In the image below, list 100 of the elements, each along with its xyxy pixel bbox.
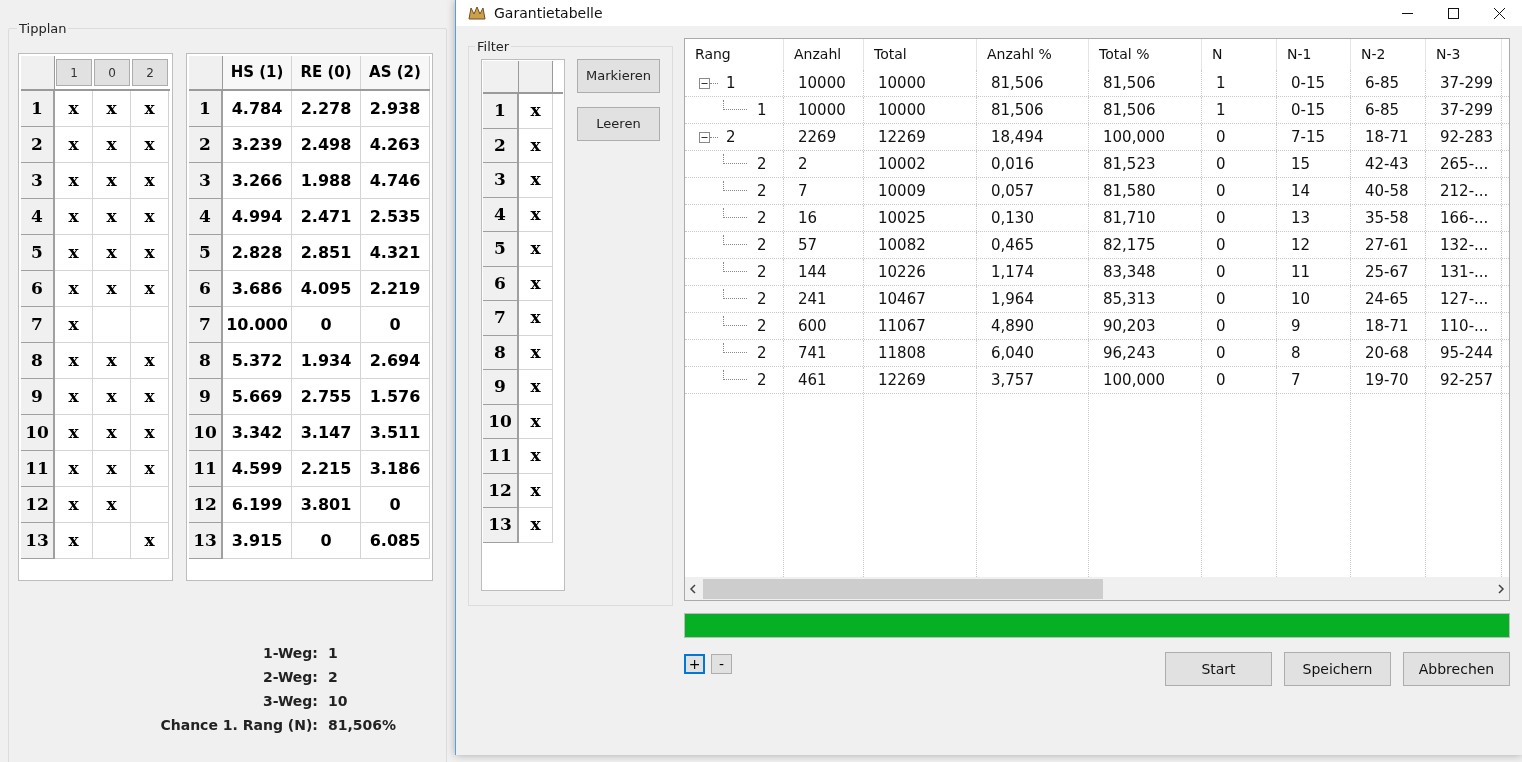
filter-mark: x (530, 168, 541, 191)
table-cell-text: 0 (1216, 261, 1226, 283)
column-header[interactable]: 0 (94, 59, 130, 86)
table-cell-text: 2269 (798, 126, 837, 148)
pick-mark: x (144, 348, 155, 372)
table-cell-text: 0 (1216, 288, 1226, 310)
filter-mark: x (530, 202, 541, 226)
column-header[interactable]: N-3 (1436, 44, 1461, 65)
table-cell-text: 81,506 (991, 72, 1044, 94)
row-header: 4 (21, 199, 55, 235)
row-header: 12 (483, 473, 519, 508)
dialog-button[interactable]: Start (1165, 652, 1272, 686)
table-cell-text: 16 (798, 207, 818, 229)
pick-mark: x (68, 528, 79, 552)
odds-cell-text: 3.342 (231, 421, 283, 444)
table-cell-text: 10000 (798, 72, 846, 94)
filter-button[interactable]: Markieren (577, 59, 660, 93)
table-cell-text: 85,313 (1103, 288, 1156, 310)
pick-mark: x (106, 492, 117, 516)
odds-cell-text: 2.694 (369, 349, 421, 372)
table-cell-text: 12269 (878, 126, 926, 148)
table-cell-text: 241 (798, 288, 827, 310)
column-header[interactable]: Rang (695, 44, 731, 65)
row-header: 11 (189, 451, 223, 487)
close-icon (1493, 7, 1505, 19)
column-header[interactable]: Anzahl % (987, 44, 1052, 65)
maximize-icon (1447, 7, 1459, 19)
table-cell-text: 81,506 (1103, 72, 1156, 94)
row-header: 5 (21, 235, 55, 271)
odds-cell-text: 6.085 (369, 529, 421, 552)
table-cell-text: 81,506 (1103, 99, 1156, 121)
table-cell-text: 81,523 (1103, 153, 1156, 175)
column-header[interactable]: N-2 (1361, 44, 1386, 65)
collapse-icon[interactable] (699, 77, 710, 89)
row-header: 2 (189, 127, 223, 163)
column-header[interactable]: N-1 (1287, 44, 1312, 65)
filter-mark: x (530, 237, 541, 260)
odds-cell-text: 3.239 (231, 133, 283, 156)
row-header: 12 (189, 487, 223, 523)
pick-mark: x (144, 276, 155, 300)
rank-cell-text: 2 (757, 261, 767, 283)
pick-mark: x (144, 384, 155, 408)
dialog-button[interactable]: Abbrechen (1403, 652, 1510, 686)
table-cell-text: 741 (798, 342, 827, 364)
odds-cell-text: 4.784 (231, 97, 283, 120)
horizontal-scrollbar[interactable] (685, 577, 1509, 600)
window-title: Garantietabelle (494, 3, 603, 23)
table-cell-text: 0,130 (991, 207, 1034, 229)
odds-cell-text: 2.828 (231, 241, 283, 264)
table-cell-text: 0,465 (991, 234, 1034, 256)
column-header[interactable]: 1 (56, 59, 92, 86)
table-cell-text: 110-... (1440, 315, 1489, 337)
row-header: 8 (21, 343, 55, 379)
column-header[interactable]: Total % (1099, 44, 1150, 65)
pick-mark: x (68, 348, 79, 372)
odds-cell-text: 2.215 (300, 457, 352, 480)
table-cell-text: 15 (1291, 153, 1311, 175)
row-header: 8 (189, 343, 223, 379)
table-cell-text: 0 (1216, 315, 1226, 337)
row-header: 1 (483, 94, 519, 129)
scrollbar-thumb[interactable] (703, 578, 1103, 599)
table-cell-text: 11808 (878, 342, 926, 364)
table-cell-text: 92-257 (1440, 369, 1494, 391)
table-cell-text: 7-15 (1291, 126, 1326, 148)
row-header: 4 (189, 199, 223, 235)
table-cell-text: 10082 (878, 234, 926, 256)
tree-toggle-button[interactable]: + (684, 654, 705, 674)
summary-value: 1 (327, 644, 339, 663)
odds-cell-text: 1.576 (369, 385, 421, 408)
table-cell-text: 0 (1216, 369, 1226, 391)
table-cell-text: 10467 (878, 288, 926, 310)
table-cell-text: 0-15 (1291, 72, 1326, 94)
pick-mark: x (68, 456, 79, 480)
table-cell-text: 14 (1291, 180, 1311, 202)
tree-toggle-button[interactable]: - (711, 654, 732, 674)
table-cell-text: 82,175 (1103, 234, 1156, 256)
app-icon (468, 6, 486, 20)
rank-cell-text: 2 (757, 342, 767, 364)
table-cell-text: 96,243 (1103, 342, 1156, 364)
column-header[interactable]: 2 (132, 59, 168, 86)
row-header: 8 (483, 335, 519, 370)
row-header: 5 (483, 232, 519, 267)
pick-mark: x (144, 240, 155, 264)
column-header[interactable]: Anzahl (794, 44, 842, 65)
filter-button[interactable]: Leeren (577, 107, 660, 141)
table-cell-text: 92-283 (1440, 126, 1494, 148)
column-header[interactable]: N (1212, 44, 1223, 65)
table-cell-text: 0,057 (991, 180, 1034, 202)
pick-mark: x (68, 312, 79, 336)
pick-mark: x (144, 204, 155, 228)
dialog-button[interactable]: Speichern (1284, 652, 1391, 686)
odds-cell-text: 3.186 (369, 457, 421, 480)
filter-mark: x (530, 99, 541, 122)
column-header[interactable]: Total (874, 44, 907, 65)
rank-cell-text: 2 (726, 126, 736, 148)
table-cell-text: 461 (798, 369, 827, 391)
table-cell-text: 10009 (878, 180, 926, 202)
filter-mark: x (530, 409, 541, 433)
rank-cell-text: 2 (757, 234, 767, 256)
collapse-icon[interactable] (699, 131, 710, 143)
